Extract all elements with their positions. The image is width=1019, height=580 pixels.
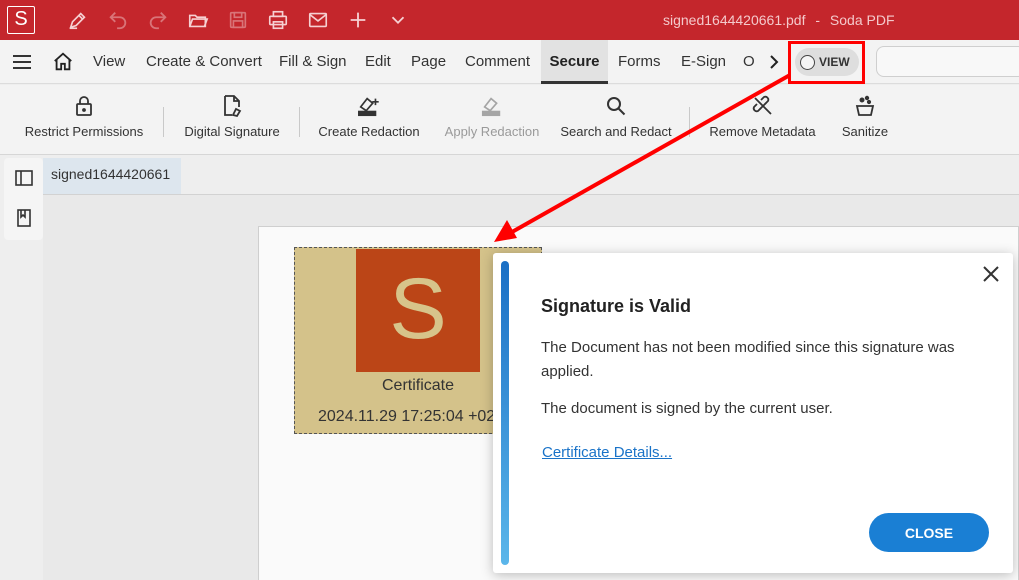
dialog-message-modified: The Document has not been modified since… [541, 339, 955, 380]
apply-redaction-button[interactable]: Apply Redaction [444, 85, 540, 155]
signature-validation-dialog: Signature is Valid The Document has not … [493, 253, 1013, 573]
apply-redaction-label: Apply Redaction [444, 124, 540, 139]
document-tab[interactable]: signed1644420661 [43, 158, 181, 194]
remove-metadata-label: Remove Metadata [709, 124, 816, 139]
title-separator: - [815, 12, 821, 28]
certificate-details-link[interactable]: Certificate Details... [542, 444, 672, 461]
bookmark-icon[interactable] [14, 208, 34, 228]
ribbon-divider [163, 107, 164, 137]
search-and-redact-button[interactable]: Search and Redact [560, 85, 672, 155]
dialog-message-signer: The document is signed by the current us… [541, 400, 833, 417]
remove-metadata-icon [751, 94, 775, 118]
digital-signature-label: Digital Signature [184, 124, 280, 139]
create-redaction-button[interactable]: Create Redaction [318, 85, 420, 155]
dialog-accent-bar [501, 261, 509, 565]
create-redaction-icon [357, 94, 381, 118]
create-redaction-label: Create Redaction [318, 124, 420, 139]
restrict-permissions-button[interactable]: Restrict Permissions [24, 85, 144, 155]
hamburger-menu-icon[interactable] [12, 53, 32, 71]
tab-e-sign[interactable]: E-Sign [681, 40, 726, 84]
chevron-right-icon[interactable] [767, 53, 781, 71]
search-input[interactable] [876, 46, 1019, 77]
digital-signature-icon [220, 94, 244, 118]
title-bar: S signed1644420661.pdf - Soda PDF [0, 0, 1019, 40]
annotation-highlight-box [788, 41, 865, 84]
sanitize-button[interactable]: Sanitize [842, 85, 888, 155]
close-icon[interactable] [981, 264, 1001, 284]
apply-redaction-icon [480, 94, 504, 118]
tab-view[interactable]: View [93, 40, 125, 84]
sanitize-label: Sanitize [841, 124, 889, 139]
app-name: Soda PDF [829, 12, 895, 28]
signature-date: 2024.11.29 17:25:04 +02 [318, 408, 496, 425]
ribbon-toolbar: Restrict Permissions Digital Signature C… [0, 85, 1019, 155]
menu-bar: View Create & Convert Fill & Sign Edit P… [0, 40, 1019, 84]
close-button[interactable]: CLOSE [869, 513, 989, 552]
tab-fill-sign[interactable]: Fill & Sign [279, 40, 347, 84]
tab-secure[interactable]: Secure [541, 40, 608, 84]
tab-comment[interactable]: Comment [465, 40, 530, 84]
tab-edit[interactable]: Edit [365, 40, 391, 84]
signature-logo: S [356, 249, 480, 372]
ribbon-divider [299, 107, 300, 137]
file-name: signed1644420661.pdf [663, 12, 806, 28]
remove-metadata-button[interactable]: Remove Metadata [709, 85, 816, 155]
tab-overflow[interactable]: O [743, 40, 755, 84]
ribbon-divider [689, 107, 690, 137]
lock-icon [72, 94, 96, 118]
digital-signature-button[interactable]: Digital Signature [184, 85, 280, 155]
home-icon[interactable] [52, 51, 74, 73]
tab-divider [43, 194, 1019, 195]
tab-forms[interactable]: Forms [618, 40, 661, 84]
dialog-title: Signature is Valid [541, 296, 692, 316]
tab-create-convert[interactable]: Create & Convert [146, 40, 262, 84]
search-and-redact-label: Search and Redact [560, 124, 672, 139]
search-icon [604, 94, 628, 118]
restrict-permissions-label: Restrict Permissions [24, 124, 144, 139]
tab-page[interactable]: Page [411, 40, 446, 84]
sidebar-toggle-icon[interactable] [14, 168, 34, 188]
sanitize-icon [853, 94, 877, 118]
left-side-panel [4, 158, 43, 240]
window-title: signed1644420661.pdf - Soda PDF [0, 0, 1019, 40]
